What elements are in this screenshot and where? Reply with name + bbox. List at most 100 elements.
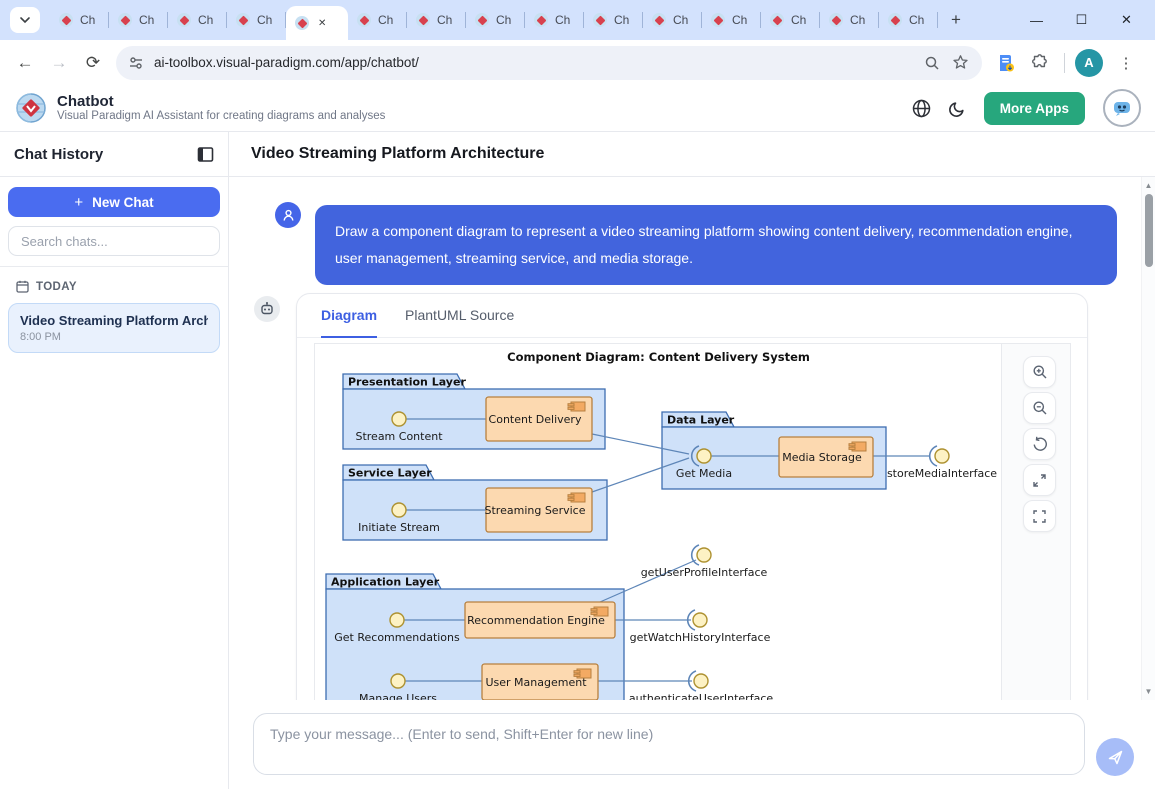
app-subtitle: Visual Paradigm AI Assistant for creatin… [57,110,385,123]
interface-ball [697,548,711,562]
package-name: Presentation Layer [348,376,466,389]
tab-search-button[interactable] [10,7,40,33]
interface-name: getUserProfileInterface [641,566,768,579]
zoom-in-button[interactable] [1023,356,1056,388]
interface-name: Get Media [676,467,732,480]
browser-tab[interactable]: Ch [584,0,643,40]
visual-paradigm-favicon [888,13,902,27]
user-message-bubble: Draw a component diagram to represent a … [315,205,1117,285]
new-tab-button[interactable]: + [942,6,970,34]
tab-label: Ch [732,13,747,27]
reading-list-icon[interactable] [992,49,1020,77]
search-chats-input[interactable] [8,226,220,256]
package-name: Service Layer [348,467,432,480]
expand-button[interactable] [1023,464,1056,496]
interface-ball [694,674,708,688]
assistant-response-card: Diagram PlantUML Source Component Diagra… [296,293,1088,700]
chevron-down-icon [19,14,31,26]
tab-strip-tabs: ChChChCh✕ChChChChChChChChChCh [50,0,938,40]
component-icon [568,495,574,497]
interface-ball [392,412,406,426]
tab-label: Ch [673,13,688,27]
zoom-out-button[interactable] [1023,392,1056,424]
browser-tab[interactable]: Ch [227,0,286,40]
tab-label: Ch [791,13,806,27]
fullscreen-button[interactable] [1023,500,1056,532]
reset-view-button[interactable] [1023,428,1056,460]
calendar-icon [16,280,29,293]
browser-tab[interactable]: Ch [879,0,938,40]
interface-name: Initiate Stream [358,521,440,534]
dark-mode-moon-icon[interactable] [949,100,966,117]
interface-name: authenticateUserInterface [629,692,774,700]
paper-plane-icon [1107,749,1124,766]
today-section-label: TODAY [36,281,77,293]
visual-paradigm-favicon [177,13,191,27]
browser-tab[interactable]: Ch [348,0,407,40]
message-input[interactable] [253,713,1085,775]
back-button[interactable]: ← [8,46,42,80]
visual-paradigm-favicon [236,13,250,27]
scroll-down-arrow[interactable]: ▼ [1142,687,1155,696]
browser-tab[interactable]: Ch [643,0,702,40]
tab-label: Ch [496,13,511,27]
language-globe-icon[interactable] [912,99,931,118]
more-apps-button[interactable]: More Apps [984,92,1085,125]
interface-ball [935,449,949,463]
component-icon [849,447,855,449]
extensions-icon[interactable] [1026,49,1054,77]
window-maximize-button[interactable]: ☐ [1059,0,1104,40]
component-name: User Management [485,676,587,689]
chat-history-item[interactable]: Video Streaming Platform Archi... 8:00 P… [8,303,220,353]
url-bar[interactable]: ai-toolbox.visual-paradigm.com/app/chatb… [116,46,982,80]
browser-tab[interactable]: Ch [820,0,879,40]
diagram-viewer[interactable]: Component Diagram: Content Delivery Syst… [314,343,1071,700]
interface-name: storeMediaInterface [887,467,997,480]
tab-close-icon[interactable]: ✕ [318,18,326,29]
browser-tab[interactable]: Ch [407,0,466,40]
browser-tab[interactable]: Ch [466,0,525,40]
scrollbar-thumb[interactable] [1145,194,1153,267]
interface-ball [390,613,404,627]
collapse-sidebar-icon[interactable] [197,146,214,163]
browser-tab[interactable]: Ch [168,0,227,40]
diagram-title: Component Diagram: Content Delivery Syst… [507,350,810,364]
chat-scrollbar[interactable]: ▲ ▼ [1141,177,1155,700]
browser-tab[interactable]: Ch [761,0,820,40]
window-minimize-button[interactable]: — [1014,0,1059,40]
scroll-up-arrow[interactable]: ▲ [1142,181,1155,190]
bookmark-star-icon[interactable] [946,49,974,77]
tab-label: Ch [437,13,452,27]
window-close-button[interactable]: ✕ [1104,0,1149,40]
package-name: Data Layer [667,414,735,427]
navbar-separator [1064,53,1065,73]
robot-icon [259,301,275,317]
visual-paradigm-favicon [593,13,607,27]
component-name: Recommendation Engine [467,614,605,627]
browser-tab[interactable]: Ch [702,0,761,40]
component-icon [568,498,574,500]
send-button[interactable] [1096,738,1134,776]
forward-button[interactable]: → [42,46,76,80]
reload-button[interactable]: ⟳ [76,46,110,80]
plus-icon: + [74,194,83,211]
interface-ball [697,449,711,463]
new-chat-button[interactable]: + New Chat [8,187,220,217]
browser-tab[interactable]: Ch [109,0,168,40]
zoom-page-icon[interactable] [918,49,946,77]
diagram-canvas[interactable]: Component Diagram: Content Delivery Syst… [315,344,1002,700]
tab-plantuml-source[interactable]: PlantUML Source [405,294,514,338]
browser-tab[interactable]: Ch [50,0,109,40]
chatbot-assistant-icon[interactable] [1103,89,1141,127]
browser-profile-avatar[interactable]: A [1075,49,1103,77]
tab-label: Ch [198,13,213,27]
browser-menu-button[interactable]: ⋮ [1109,46,1143,80]
browser-tab-active[interactable]: ✕ [286,6,348,40]
tab-diagram[interactable]: Diagram [321,294,377,338]
tab-label: Ch [909,13,924,27]
site-settings-icon[interactable] [128,55,144,71]
tab-label: Ch [555,13,570,27]
url-text[interactable]: ai-toolbox.visual-paradigm.com/app/chatb… [154,55,918,70]
browser-tab[interactable]: Ch [525,0,584,40]
navbar-right: A ⋮ [988,46,1147,80]
